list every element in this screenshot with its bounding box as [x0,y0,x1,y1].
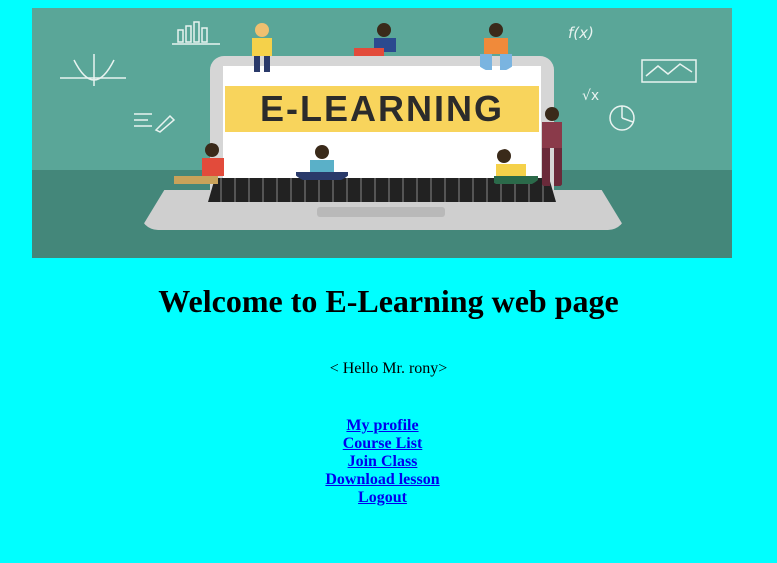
person-right-top-icon [480,23,512,70]
logout-link[interactable]: Logout [0,489,765,507]
my-profile-link[interactable]: My profile [0,417,765,435]
pie-doodle-icon [609,105,635,131]
line-chart-doodle-icon [641,59,697,83]
person-left-top-icon [252,23,272,72]
sqrt-doodle: √x [582,88,600,104]
person-standing-icon [542,107,562,186]
chart-doodle-icon [172,21,220,45]
e-learning-banner: f(x) √x E-LEARNING [32,8,732,258]
person-center-top-icon [354,23,396,56]
greeting-text: < Hello Mr. rony> [329,360,448,377]
main-menu: My profile Course List Join Class Downlo… [0,417,765,507]
download-lesson-link[interactable]: Download lesson [0,471,765,489]
person-left-bottom-icon [174,143,224,184]
page-title: Welcome to E-Learning web page [158,283,619,319]
graph-doodle-icon [60,54,126,86]
laptop-touchpad [317,207,445,217]
course-list-link[interactable]: Course List [0,435,765,453]
person-center-bottom-icon [296,145,348,180]
pencil-doodle-icon [134,113,176,133]
fx-doodle: f(x) [568,24,594,42]
join-class-link[interactable]: Join Class [0,453,765,471]
banner-title: E-LEARNING [260,88,504,129]
